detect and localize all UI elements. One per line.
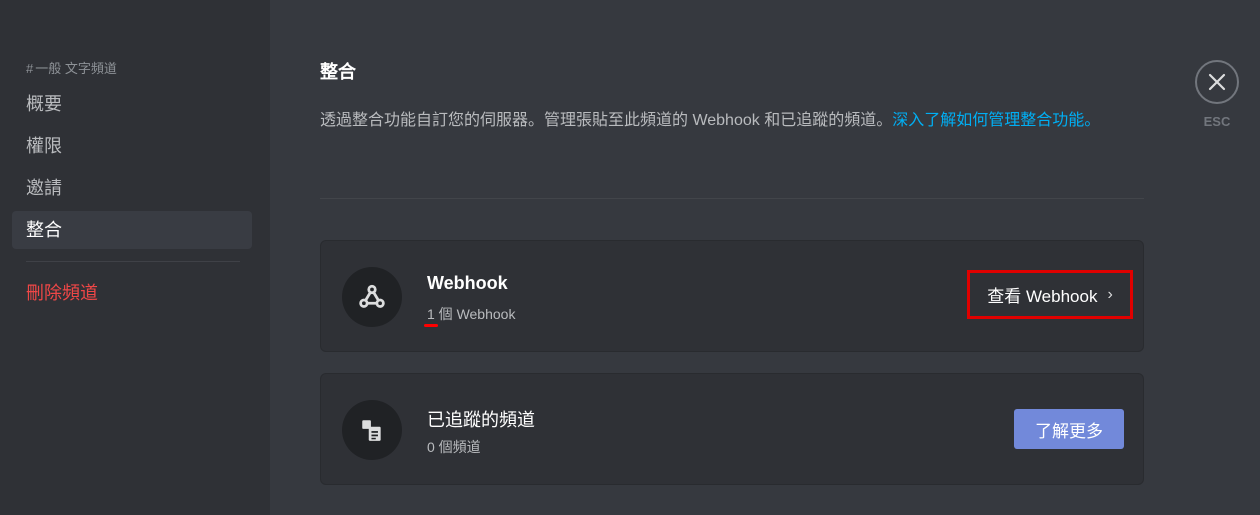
settings-window: # 一般 文字頻道 概要 權限 邀請 整合 刪除頻道 整合 透過整合功能自訂您的… [0, 0, 1260, 515]
settings-sidebar: # 一般 文字頻道 概要 權限 邀請 整合 刪除頻道 [0, 0, 270, 515]
webhook-count: 1 個 Webhook [427, 306, 516, 322]
channel-header: # 一般 文字頻道 [26, 59, 270, 79]
sidebar-item-delete-channel[interactable]: 刪除頻道 [12, 274, 252, 312]
page-description: 透過整合功能自訂您的伺服器。管理張貼至此頻道的 Webhook 和已追蹤的頻道。… [320, 108, 1150, 134]
close-container: ESC [1195, 60, 1239, 129]
sidebar-item-overview[interactable]: 概要 [12, 85, 252, 123]
close-icon [1208, 73, 1226, 91]
highlight-underline [424, 324, 438, 327]
chevron-right-icon: › [1107, 285, 1113, 303]
sidebar-item-invites[interactable]: 邀請 [12, 169, 252, 207]
sidebar-item-integrations[interactable]: 整合 [12, 211, 252, 249]
channel-header-label: 一般 文字頻道 [35, 61, 117, 76]
description-text: 透過整合功能自訂您的伺服器。管理張貼至此頻道的 Webhook 和已追蹤的頻道。 [320, 112, 893, 129]
close-button[interactable] [1195, 60, 1239, 104]
esc-label: ESC [1203, 114, 1231, 129]
view-webhooks-button[interactable]: 查看 Webhook › [967, 270, 1133, 319]
learn-more-button[interactable]: 了解更多 [1014, 409, 1124, 449]
sidebar-item-permissions[interactable]: 權限 [12, 127, 252, 165]
followed-channel-icon [342, 400, 402, 460]
followed-card-title: 已追蹤的頻道 [427, 410, 535, 430]
webhook-card: Webhook 1 個 Webhook 查看 Webhook › [320, 240, 1144, 352]
sidebar-divider [26, 261, 240, 262]
followed-count: 0 個頻道 [427, 439, 481, 455]
settings-content: 整合 透過整合功能自訂您的伺服器。管理張貼至此頻道的 Webhook 和已追蹤的… [270, 0, 1260, 515]
followed-channels-card: 已追蹤的頻道 0 個頻道 了解更多 [320, 373, 1144, 485]
view-webhooks-label: 查看 Webhook [987, 287, 1098, 306]
section-divider [320, 198, 1144, 199]
webhook-icon [342, 267, 402, 327]
page-title: 整合 [320, 62, 356, 82]
webhook-card-title: Webhook [427, 273, 508, 293]
learn-integrations-link[interactable]: 深入了解如何管理整合功能。 [892, 112, 1100, 129]
text-channel-icon: # [26, 61, 34, 76]
